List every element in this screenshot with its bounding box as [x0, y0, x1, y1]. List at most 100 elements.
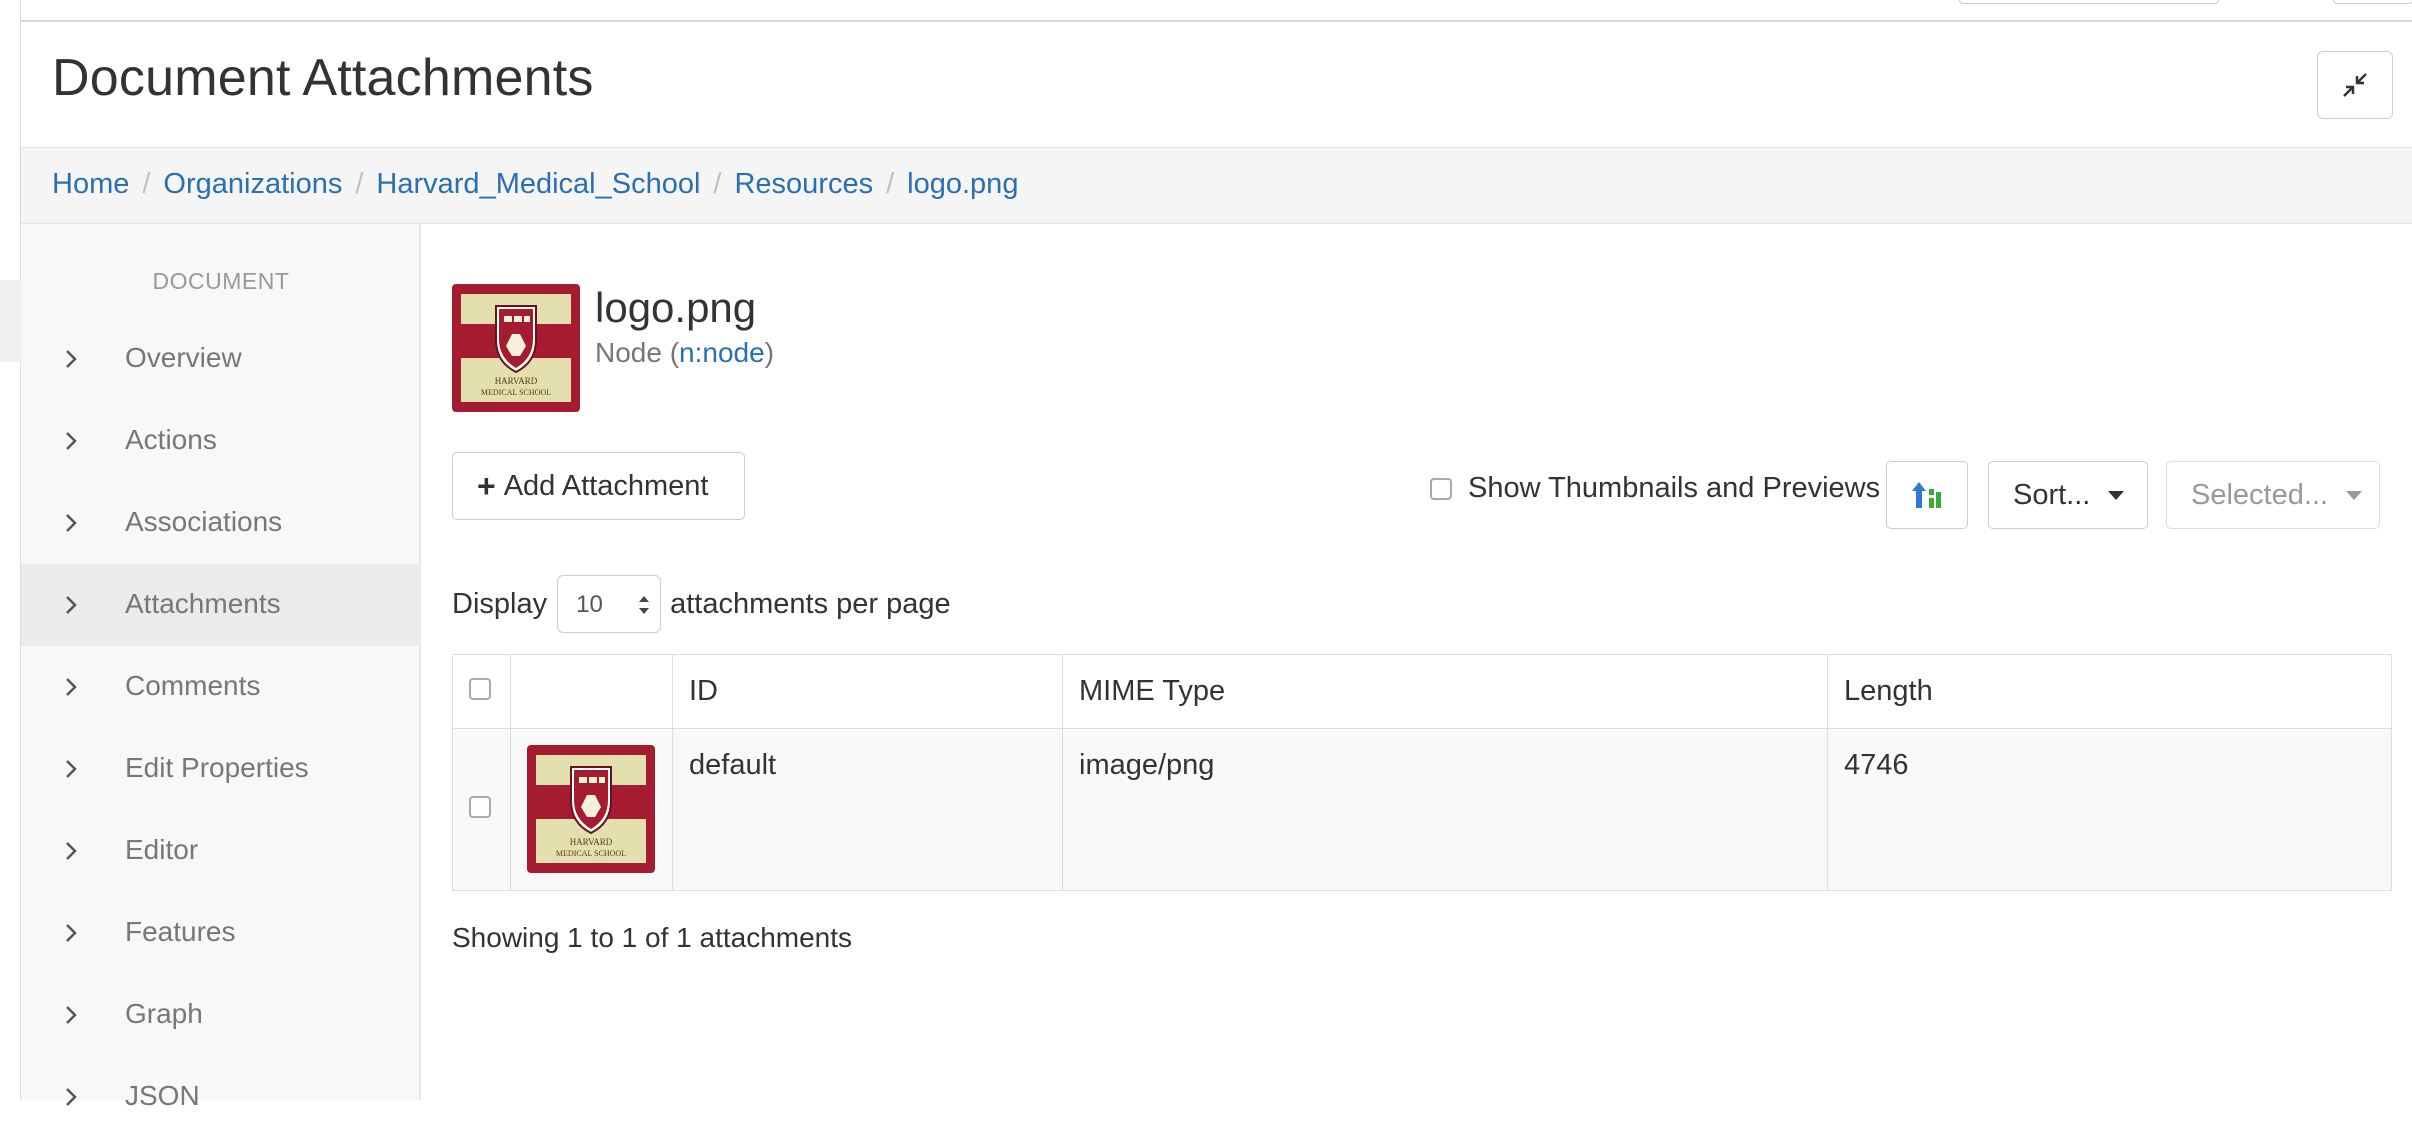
row-id-cell[interactable]: default: [672, 728, 1063, 891]
sort-label: Sort...: [2013, 478, 2091, 511]
sort-dropdown-button[interactable]: Sort...: [1988, 461, 2148, 529]
display-suffix: attachments per page: [670, 587, 951, 620]
sort-ascending-icon: [1912, 482, 1941, 508]
sidebar-item-label: Associations: [125, 506, 283, 537]
sidebar: DOCUMENT Overview Actions Associations A…: [21, 224, 421, 1111]
sidebar-item-features[interactable]: Features: [21, 892, 421, 974]
caret-down-icon: [2108, 490, 2125, 500]
document-type-prefix: Node (: [595, 337, 680, 368]
sidebar-item-label: Comments: [125, 670, 261, 701]
add-attachment-button[interactable]: + Add Attachment: [452, 452, 745, 520]
harvard-logo: HARVARD MEDICAL SCHOOL: [527, 745, 655, 873]
chevron-right-icon: [66, 596, 77, 614]
display-prefix: Display: [452, 587, 548, 620]
logo-text-line1: HARVARD: [570, 837, 613, 847]
id-column-header[interactable]: ID: [672, 654, 1063, 729]
breadcrumb-current[interactable]: logo.png: [907, 168, 1018, 201]
sidebar-heading: DOCUMENT: [152, 268, 290, 294]
sidebar-item-actions[interactable]: Actions: [21, 400, 421, 482]
sidebar-item-graph[interactable]: Graph: [21, 974, 421, 1056]
sidebar-item-label: Editor: [125, 834, 199, 865]
chevron-right-icon: [66, 678, 77, 696]
length-column-header[interactable]: Length: [1827, 654, 2392, 729]
mime-column-header[interactable]: MIME Type: [1062, 654, 1828, 729]
chevron-right-icon: [66, 350, 77, 368]
selected-label: Selected...: [2191, 478, 2329, 511]
main-content: HARVARD MEDICAL SCHOOL logo.png Node (n:…: [423, 224, 2412, 1100]
row-mime-cell: image/png: [1062, 728, 1828, 891]
sidebar-item-overview[interactable]: Overview: [21, 318, 421, 400]
row-thumbnail-cell: HARVARD MEDICAL SCHOOL: [510, 728, 673, 891]
harvard-logo: HARVARD MEDICAL SCHOOL: [452, 284, 580, 412]
selected-dropdown-button[interactable]: Selected...: [2166, 461, 2380, 529]
attachment-thumbnail[interactable]: HARVARD MEDICAL SCHOOL: [527, 745, 655, 873]
window-left-edge: [0, 0, 21, 1100]
document-thumbnail: HARVARD MEDICAL SCHOOL: [452, 284, 580, 412]
sidebar-item-label: Graph: [125, 998, 203, 1029]
chevron-right-icon: [66, 924, 77, 942]
document-type-link[interactable]: n:node: [679, 337, 765, 368]
breadcrumb-organizations[interactable]: Organizations: [163, 168, 342, 201]
logo-text-line2: MEDICAL SCHOOL: [556, 849, 626, 858]
document-type-suffix: ): [764, 337, 775, 368]
breadcrumb-organization[interactable]: Harvard_Medical_School: [376, 168, 700, 201]
attachments-table: ID MIME Type Length HARVARD MEDICAL SCHO…: [452, 654, 2392, 891]
breadcrumb-separator: /: [713, 168, 722, 200]
top-button[interactable]: [2333, 0, 2412, 4]
sidebar-item-associations[interactable]: Associations: [21, 482, 421, 564]
page-header: Document Attachments: [21, 22, 2412, 148]
gutter-highlight: [0, 280, 21, 362]
thumbnail-column-header: [510, 654, 673, 729]
sidebar-item-editor[interactable]: Editor: [21, 810, 421, 892]
sort-direction-button[interactable]: [1886, 461, 1968, 529]
chevron-right-icon: [66, 1088, 77, 1106]
breadcrumb-separator: /: [886, 168, 895, 200]
sidebar-item-label: Features: [125, 916, 236, 947]
chevron-right-icon: [66, 1006, 77, 1024]
add-attachment-label: Add Attachment: [503, 469, 709, 502]
select-all-cell: [452, 654, 511, 729]
row-length-cell: 4746: [1827, 728, 2392, 891]
page-size-select[interactable]: 10: [557, 575, 662, 633]
sidebar-item-label: Attachments: [125, 588, 281, 619]
top-search-field[interactable]: [1959, 0, 2219, 4]
document-type: Node (n:node): [595, 337, 774, 369]
thumbnails-checkbox[interactable]: [1430, 477, 1452, 500]
chevron-right-icon: [66, 760, 77, 778]
logo-text-line1: HARVARD: [495, 376, 538, 386]
sidebar-item-json[interactable]: JSON: [21, 1056, 421, 1138]
sidebar-item-label: Actions: [125, 424, 217, 455]
breadcrumb-resources[interactable]: Resources: [734, 168, 873, 201]
breadcrumb-home[interactable]: Home: [52, 168, 129, 201]
top-bar: [21, 0, 2412, 22]
document-name: logo.png: [595, 284, 757, 331]
table-header-row: ID MIME Type Length: [452, 654, 2392, 729]
sidebar-item-label: JSON: [125, 1080, 200, 1111]
page-size-control: Display 10 attachments per page: [452, 574, 951, 634]
chevron-right-icon: [66, 514, 77, 532]
caret-down-icon: [2346, 490, 2363, 500]
sidebar-item-label: Overview: [125, 342, 242, 373]
plus-icon: +: [477, 467, 496, 504]
sidebar-item-label: Edit Properties: [125, 752, 309, 783]
logo-text-line2: MEDICAL SCHOOL: [481, 388, 551, 397]
thumbnails-toggle[interactable]: Show Thumbnails and Previews: [1430, 472, 1880, 505]
table-row[interactable]: HARVARD MEDICAL SCHOOL default image/png…: [452, 728, 2392, 891]
compress-icon: [2343, 73, 2367, 97]
breadcrumb-separator: /: [355, 168, 364, 200]
select-all-checkbox[interactable]: [469, 678, 491, 700]
sidebar-item-edit-properties[interactable]: Edit Properties: [21, 728, 421, 810]
sidebar-item-attachments[interactable]: Attachments: [21, 564, 421, 646]
breadcrumb: Home / Organizations / Harvard_Medical_S…: [52, 168, 1018, 201]
breadcrumb-bar: Home / Organizations / Harvard_Medical_S…: [21, 148, 2412, 224]
collapse-button[interactable]: [2317, 51, 2393, 119]
pagination-status: Showing 1 to 1 of 1 attachments: [452, 922, 853, 953]
sidebar-item-comments[interactable]: Comments: [21, 646, 421, 728]
chevron-right-icon: [66, 842, 77, 860]
select-arrows-icon: [639, 596, 650, 614]
row-checkbox[interactable]: [469, 796, 491, 818]
row-select-cell: [452, 728, 511, 891]
breadcrumb-separator: /: [142, 168, 151, 200]
page-size-value: 10: [576, 591, 603, 618]
chevron-right-icon: [66, 432, 77, 450]
